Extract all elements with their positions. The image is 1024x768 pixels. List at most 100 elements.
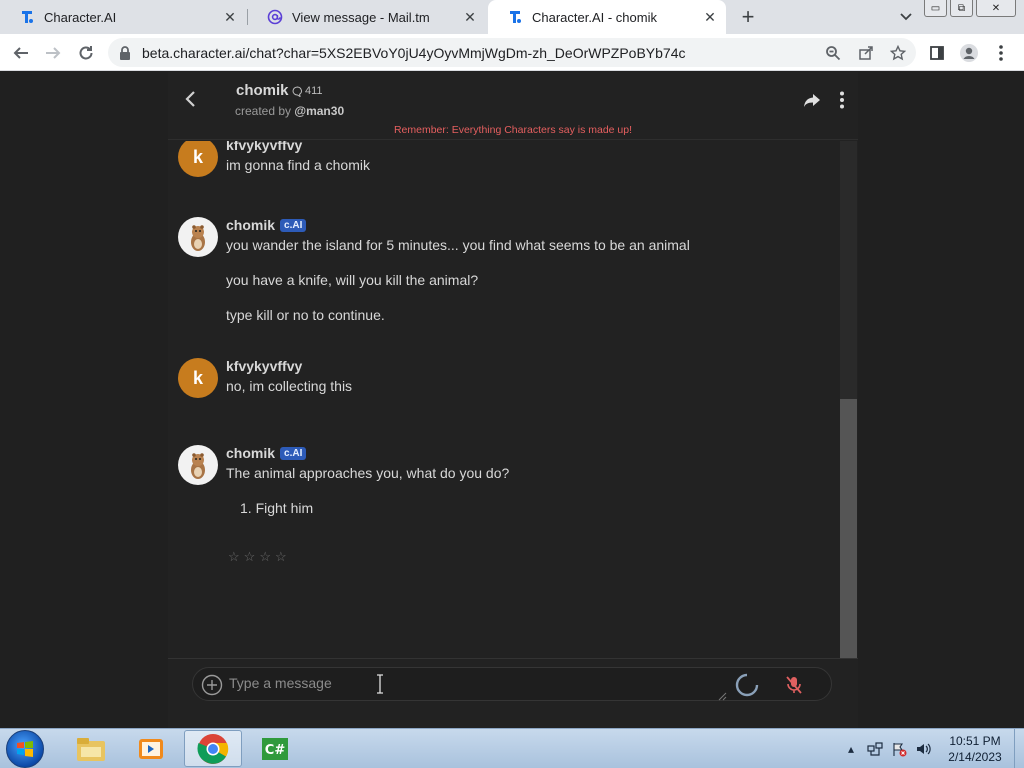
message-author: chomik c.AI: [226, 445, 307, 461]
zoom-icon[interactable]: [824, 44, 842, 62]
bookmark-star-icon[interactable]: [889, 44, 907, 62]
star-icon[interactable]: ☆: [244, 549, 256, 565]
creator-link[interactable]: @man30: [294, 104, 344, 118]
message-text: type kill or no to continue.: [226, 307, 385, 323]
chat-header: chomik 411 created by @man30 Remember: E…: [168, 72, 858, 140]
cai-badge: c.AI: [280, 446, 307, 460]
character-name: chomik: [236, 82, 289, 99]
interaction-count: 411: [292, 85, 323, 97]
interaction-count-value: 411: [305, 85, 323, 97]
clock-time: 10:51 PM: [949, 734, 1001, 748]
action-center-flag-icon[interactable]: [890, 740, 908, 758]
csharp-icon[interactable]: C#: [246, 730, 304, 767]
plus-circle-icon[interactable]: [201, 674, 223, 696]
tab-character-ai-chomik[interactable]: Character.AI - chomik ✕: [488, 0, 726, 34]
message-item: k kfvykyvffvy im gonna find a chomik: [178, 141, 818, 181]
chrome-icon[interactable]: [184, 730, 242, 767]
mic-muted-icon[interactable]: [783, 674, 805, 696]
tab-label: Character.AI - chomik: [532, 9, 657, 25]
composer: Type a message: [168, 658, 858, 728]
chomik-avatar: [178, 445, 218, 485]
message-input[interactable]: Type a message: [229, 675, 332, 691]
message-author: kfvykyvffvy: [226, 141, 302, 153]
window-controls: ▭ ⧉ ✕: [921, 0, 1016, 18]
user-avatar: k: [178, 141, 218, 177]
rating-stars: ☆ ☆ ☆ ☆: [228, 549, 287, 565]
message-author: kfvykyvffvy: [226, 358, 302, 374]
back-icon[interactable]: [10, 42, 32, 64]
minimize-button[interactable]: ▭: [924, 0, 947, 17]
address-bar[interactable]: beta.character.ai/chat?char=5XS2EBVoY0jU…: [108, 38, 916, 67]
system-tray: ▴: [842, 729, 938, 768]
share-page-icon[interactable]: [857, 44, 875, 62]
creator-line: created by @man30: [235, 104, 344, 118]
forward-icon[interactable]: [42, 42, 64, 64]
message-text: you have a knife, will you kill the anim…: [226, 272, 479, 288]
profile-avatar-icon[interactable]: [958, 42, 980, 64]
message-scrollbar[interactable]: [840, 141, 857, 659]
message-item: chomik c.AI The animal approaches you, w…: [178, 445, 818, 525]
user-avatar: k: [178, 358, 218, 398]
tab-label: Character.AI: [44, 9, 117, 25]
volume-icon[interactable]: [914, 740, 932, 758]
message-item: k kfvykyvffvy no, im collecting this: [178, 358, 818, 402]
star-icon[interactable]: ☆: [228, 549, 240, 565]
windows-start-icon[interactable]: [6, 730, 44, 768]
character-ai-favicon: [506, 8, 524, 26]
browser-toolbar: beta.character.ai/chat?char=5XS2EBVoY0jU…: [0, 34, 1024, 71]
chomik-avatar: [178, 217, 218, 257]
author-name: chomik: [226, 217, 276, 233]
close-window-button[interactable]: ✕: [976, 0, 1016, 17]
clock-date: 2/14/2023: [948, 750, 1002, 764]
author-name: kfvykyvffvy: [226, 141, 303, 153]
loading-spinner-icon: [735, 673, 759, 697]
restore-button[interactable]: ⧉: [950, 0, 973, 17]
browser-tab-strip: Character.AI ✕ View message - Mail.tm ✕ …: [0, 0, 1024, 34]
star-icon[interactable]: ☆: [259, 549, 271, 565]
resize-grip-icon[interactable]: [717, 688, 727, 701]
page: chomik 411 created by @man30 Remember: E…: [0, 72, 1024, 728]
tab-mail-tm[interactable]: View message - Mail.tm ✕: [248, 0, 486, 34]
media-player-icon[interactable]: [122, 730, 180, 767]
message-text: you wander the island for 5 minutes... y…: [226, 237, 690, 253]
message-text: im gonna find a chomik: [226, 157, 370, 173]
share-icon[interactable]: [802, 90, 822, 110]
message-list: k kfvykyvffvy im gonna find a chomik cho…: [168, 141, 858, 659]
system-clock[interactable]: 10:51 PM 2/14/2023: [940, 733, 1010, 765]
chevron-down-icon[interactable]: [896, 6, 916, 26]
character-ai-favicon: [18, 8, 36, 26]
message-text: no, im collecting this: [226, 378, 353, 394]
windows-taskbar: C# ▴ 10:51 PM 2/14/2023: [0, 728, 1024, 768]
lock-icon: [118, 45, 132, 66]
svg-text:C#: C#: [265, 743, 286, 758]
show-desktop-button[interactable]: [1014, 729, 1024, 768]
windows-explorer-icon[interactable]: [62, 730, 120, 767]
url-text: beta.character.ai/chat?char=5XS2EBVoY0jU…: [142, 45, 686, 61]
new-tab-button[interactable]: +: [736, 4, 760, 29]
message-list-item: 1. Fight him: [240, 500, 314, 516]
text-cursor-icon: [375, 674, 385, 694]
chat-panel: chomik 411 created by @man30 Remember: E…: [168, 72, 858, 728]
browser-menu-icon[interactable]: [990, 42, 1012, 64]
scrollbar-thumb[interactable]: [840, 399, 857, 659]
creator-prefix: created by: [235, 104, 292, 118]
tab-character-ai[interactable]: Character.AI ✕: [0, 0, 246, 34]
close-tab-icon[interactable]: ✕: [462, 9, 478, 25]
show-hidden-icons-icon[interactable]: ▴: [842, 740, 860, 758]
side-panel-icon[interactable]: [926, 42, 948, 64]
tab-label: View message - Mail.tm: [292, 9, 430, 25]
more-options-icon[interactable]: [832, 90, 852, 110]
message-text: The animal approaches you, what do you d…: [226, 465, 510, 481]
star-icon[interactable]: ☆: [275, 549, 287, 565]
message-item: chomik c.AI you wander the island for 5 …: [178, 217, 818, 327]
close-tab-icon[interactable]: ✕: [222, 9, 238, 25]
network-icon[interactable]: [866, 740, 884, 758]
chat-bubble-icon: [292, 85, 303, 97]
cai-badge: c.AI: [280, 218, 307, 232]
back-arrow-icon[interactable]: [180, 88, 202, 110]
message-input-box[interactable]: Type a message: [192, 667, 832, 701]
close-tab-icon[interactable]: ✕: [702, 9, 718, 25]
reload-icon[interactable]: [75, 42, 97, 64]
at-sign-icon: [266, 8, 284, 26]
message-author: chomik c.AI: [226, 217, 307, 233]
